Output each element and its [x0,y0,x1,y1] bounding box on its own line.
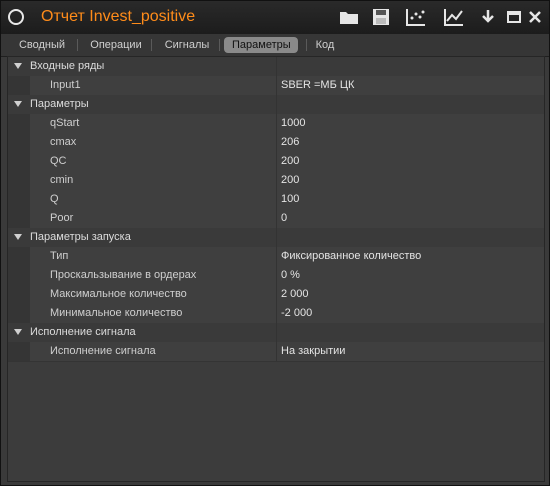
param-value[interactable]: 100 [281,193,299,205]
line-chart-icon[interactable] [444,7,464,27]
param-name: cmin [50,174,74,186]
tab-operations[interactable]: Операции [81,37,151,53]
param-value[interactable]: 1000 [281,117,305,129]
param-name: cmax [50,136,77,148]
param-name: QC [50,155,67,167]
param-name: Input1 [50,79,81,91]
param-value[interactable]: SBER =МБ ЦК [281,79,354,91]
param-row[interactable]: Q 100 [8,190,544,210]
app-logo-icon [8,9,24,25]
tab-code[interactable]: Код [307,37,343,53]
param-name: Максимальное количество [50,288,187,300]
save-icon[interactable] [371,7,391,27]
param-name: Минимальное количество [50,307,183,319]
group-label: Исполнение сигнала [30,326,136,338]
minimize-icon[interactable] [504,7,524,27]
param-row[interactable]: QC 200 [8,152,544,172]
group-label: Параметры запуска [30,231,131,243]
param-name: qStart [50,117,80,129]
group-row-parameters[interactable]: Параметры [8,95,544,115]
param-name: Poor [50,212,74,224]
group-row-input-series[interactable]: Входные ряды [8,57,544,77]
param-value[interactable]: 200 [281,174,299,186]
param-row[interactable]: Input1 SBER =МБ ЦК [8,76,544,96]
param-row[interactable]: qStart 1000 [8,114,544,134]
report-window: Отчет Invest_positive Сводный Операции С… [0,0,550,486]
scatter-chart-icon[interactable] [406,7,426,27]
param-value[interactable]: 200 [281,155,299,167]
group-label: Входные ряды [30,60,105,72]
expand-arrow-icon[interactable] [14,329,22,335]
param-value[interactable]: 0 [281,212,287,224]
param-value[interactable]: -2 000 [281,307,312,319]
tab-signals[interactable]: Сигналы [156,37,218,53]
param-row[interactable]: Проскальзывание в ордерах 0 % [8,266,544,286]
group-label: Параметры [30,98,89,110]
group-row-launch-parameters[interactable]: Параметры запуска [8,228,544,248]
tab-bar: Сводный Операции Сигналы Параметры Код [1,34,549,57]
param-row[interactable]: Poor 0 [8,209,544,229]
param-value[interactable]: На закрытии [281,345,345,357]
param-row[interactable]: Минимальное количество -2 000 [8,304,544,324]
param-value[interactable]: 206 [281,136,299,148]
expand-arrow-icon[interactable] [14,101,22,107]
expand-arrow-icon[interactable] [14,234,22,240]
tab-separator [151,39,152,51]
param-value[interactable]: Фиксированное количество [281,250,421,262]
param-value[interactable]: 2 000 [281,288,309,300]
close-icon[interactable] [525,7,545,27]
param-name: Исполнение сигнала [50,345,156,357]
param-name: Q [50,193,59,205]
param-row[interactable]: cmin 200 [8,171,544,191]
tab-separator [77,39,78,51]
window-title: Отчет Invest_positive [41,8,196,25]
param-name: Тип [50,250,69,262]
param-value[interactable]: 0 % [281,269,300,281]
parameters-grid: Входные ряды Input1 SBER =МБ ЦК Параметр… [7,56,545,482]
download-icon[interactable] [478,7,498,27]
expand-arrow-icon[interactable] [14,63,22,69]
tab-separator [219,39,220,51]
param-row[interactable]: Максимальное количество 2 000 [8,285,544,305]
tab-summary[interactable]: Сводный [5,37,79,53]
param-row[interactable]: Исполнение сигнала На закрытии [8,342,544,362]
group-row-signal-execution[interactable]: Исполнение сигнала [8,323,544,343]
param-row[interactable]: cmax 206 [8,133,544,153]
tab-parameters[interactable]: Параметры [224,37,298,53]
param-name: Проскальзывание в ордерах [50,269,197,281]
title-bar: Отчет Invest_positive [1,1,549,34]
param-row[interactable]: Тип Фиксированное количество [8,247,544,267]
folder-icon[interactable] [339,7,359,27]
